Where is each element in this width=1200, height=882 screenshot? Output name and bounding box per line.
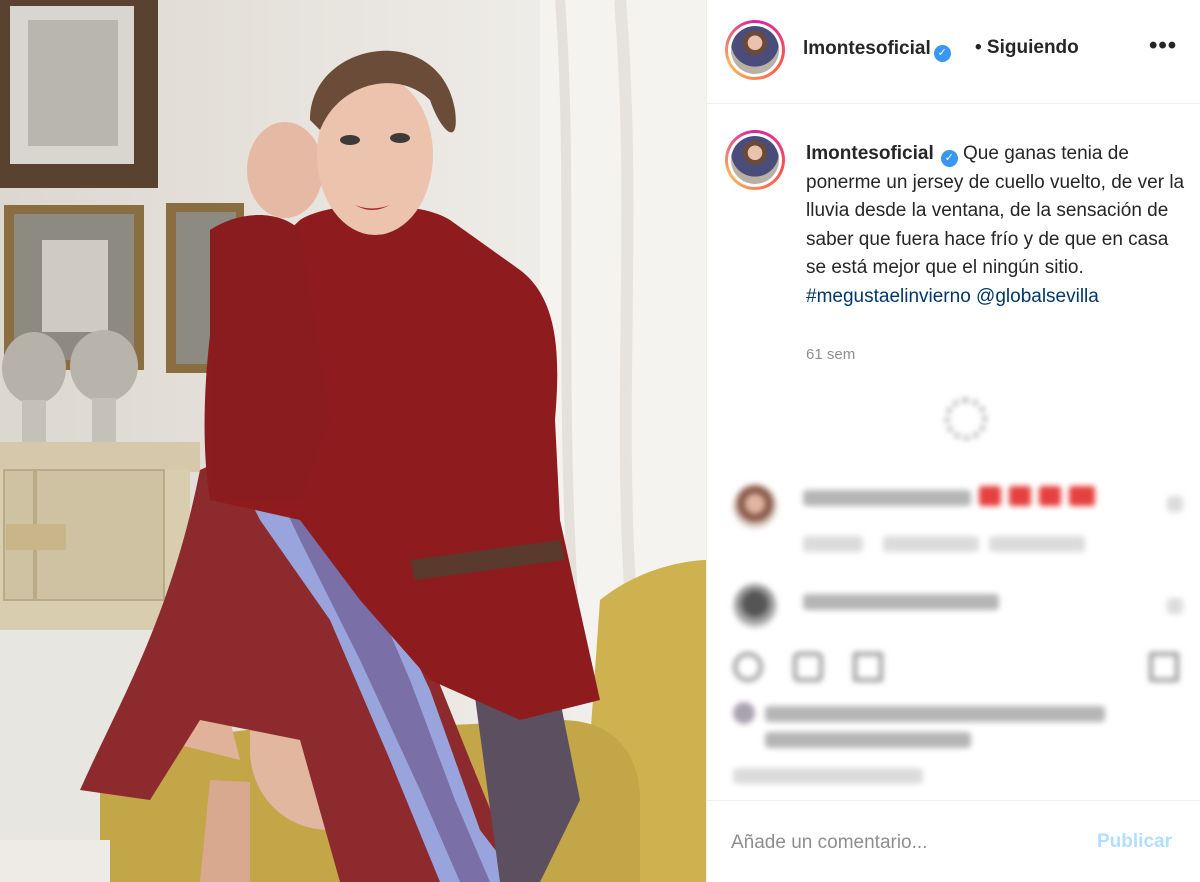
publish-button[interactable]: Publicar [1097,831,1172,853]
post-sidebar: lmontesoficial ✓ • Siguiendo ••• lmonteso… [706,0,1200,882]
comment-like-icon[interactable] [1167,598,1183,614]
verified-badge-icon: ✓ [933,45,951,62]
post-photo[interactable] [0,0,706,882]
header-username-wrap: lmontesoficial ✓ [803,38,951,62]
comment-input[interactable] [731,831,1071,855]
header-username[interactable]: lmontesoficial [803,38,931,59]
comment-meta-redacted [989,536,1085,552]
post-header: lmontesoficial ✓ • Siguiendo ••• [707,0,1200,104]
commenter-avatar[interactable] [733,484,777,528]
save-icon[interactable] [1149,652,1179,682]
date-redacted [733,768,923,784]
heart-emoji-icon [1009,486,1031,506]
comment-username-redacted [803,594,999,610]
comment-like-icon[interactable] [1167,496,1183,512]
following-button[interactable]: • Siguiendo [975,37,1079,59]
profile-avatar[interactable] [725,20,785,80]
heart-emoji-icon [1039,486,1061,506]
post-time: 61 sem [806,346,856,363]
likes-text-redacted [765,706,1105,722]
more-options-icon[interactable]: ••• [1149,32,1177,60]
like-icon[interactable] [733,652,763,682]
mention-link[interactable]: @globalsevilla [976,286,1099,307]
comment-meta-redacted [883,536,979,552]
loading-icon [945,398,987,440]
heart-emoji-icon [979,486,1001,506]
photo-illustration [0,0,706,882]
comment-meta-redacted [803,536,863,552]
post-caption: lmontesoficial ✓ Que ganas tenia de poner… [806,140,1186,311]
heart-emoji-icon [1069,486,1095,506]
verified-badge-icon: ✓ [940,150,958,167]
commenter-avatar[interactable] [733,584,777,628]
hashtag-link[interactable]: #megustaelinvierno [806,286,971,307]
liker-avatar [733,702,755,724]
comment-bar: Publicar [707,800,1200,882]
likes-text-redacted [765,732,971,748]
share-icon[interactable] [853,652,883,682]
caption-username[interactable]: lmontesoficial [806,143,934,164]
comment-username-redacted [803,490,971,506]
comment-icon[interactable] [793,652,823,682]
caption-avatar[interactable] [725,130,785,190]
